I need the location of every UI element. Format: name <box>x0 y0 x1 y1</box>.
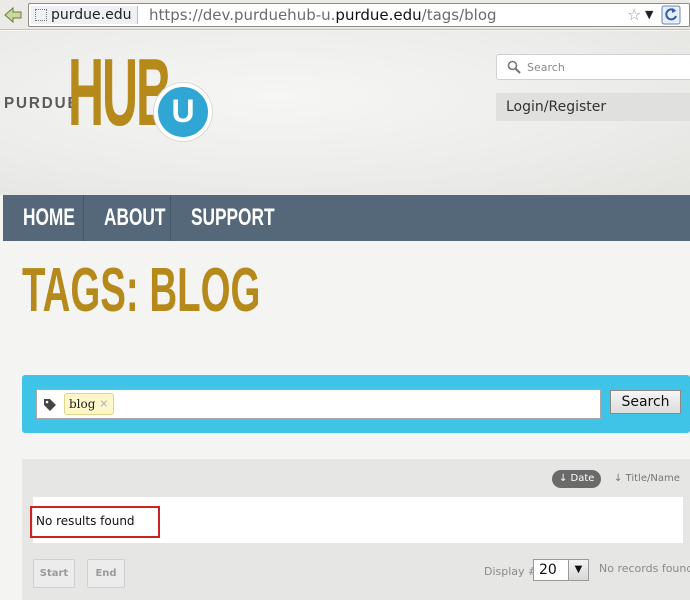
url-path: /tags/blog <box>421 6 497 24</box>
url-host: purdue.edu <box>335 6 422 24</box>
display-count-select[interactable]: 20 ▼ <box>533 559 589 581</box>
chevron-down-icon: ▼ <box>568 560 588 580</box>
tag-chip-label: blog <box>69 397 96 411</box>
start-page-button[interactable]: Start <box>33 559 75 588</box>
remove-tag-icon[interactable]: × <box>99 394 108 414</box>
browser-url-bar: purdue.edu https://dev.purduehub-u.purdu… <box>0 0 690 30</box>
address-field[interactable]: purdue.edu https://dev.purduehub-u.purdu… <box>28 3 690 27</box>
tag-search-panel: blog × Search <box>22 375 690 433</box>
nav-item-home[interactable]: HOME <box>23 195 75 241</box>
sort-by-date[interactable]: ↓ Date <box>552 470 602 488</box>
site-identity-label: purdue.edu <box>51 7 132 23</box>
no-results-message: No results found <box>30 506 160 538</box>
login-register-link[interactable]: Login/Register <box>496 93 690 121</box>
url-prefix: https://dev.purduehub-u. <box>149 6 336 24</box>
url-text: https://dev.purduehub-u.purdue.edu/tags/… <box>149 6 497 24</box>
reload-icon[interactable] <box>661 5 681 25</box>
display-count-value: 20 <box>539 562 557 578</box>
end-page-button[interactable]: End <box>87 559 125 588</box>
site-search[interactable] <box>496 54 690 80</box>
nav-divider <box>83 195 84 241</box>
nav-divider <box>170 195 171 241</box>
display-count-label: Display # <box>484 565 538 578</box>
sort-by-title[interactable]: ↓ Title/Name <box>614 470 680 488</box>
history-dropdown-icon[interactable]: ▼ <box>645 5 653 25</box>
page-title: TAGS: BLOG <box>22 256 261 325</box>
records-status: No records found <box>599 562 690 575</box>
logo-u-badge: U <box>154 83 212 141</box>
main-nav: HOME ABOUT SUPPORT <box>3 195 690 241</box>
site-search-input[interactable] <box>527 58 687 76</box>
nav-item-about[interactable]: ABOUT <box>104 195 165 241</box>
site-header: PURDUE HUB U Login/Register <box>0 31 690 195</box>
search-button[interactable]: Search <box>610 390 681 414</box>
back-arrow-icon[interactable] <box>2 4 24 26</box>
site-identity-icon <box>35 9 47 21</box>
search-icon <box>507 60 521 74</box>
tag-input[interactable]: blog × <box>36 389 601 419</box>
bookmark-star-icon[interactable]: ☆ <box>627 5 641 24</box>
tag-chip: blog × <box>64 393 115 415</box>
logo-hub-text: HUB <box>68 39 172 146</box>
nav-item-support[interactable]: SUPPORT <box>191 195 275 241</box>
results-panel: ↓ Date ↓ Title/Name No results found Sta… <box>22 459 690 600</box>
site-identity-button[interactable]: purdue.edu <box>31 6 139 24</box>
tag-icon <box>44 399 56 411</box>
